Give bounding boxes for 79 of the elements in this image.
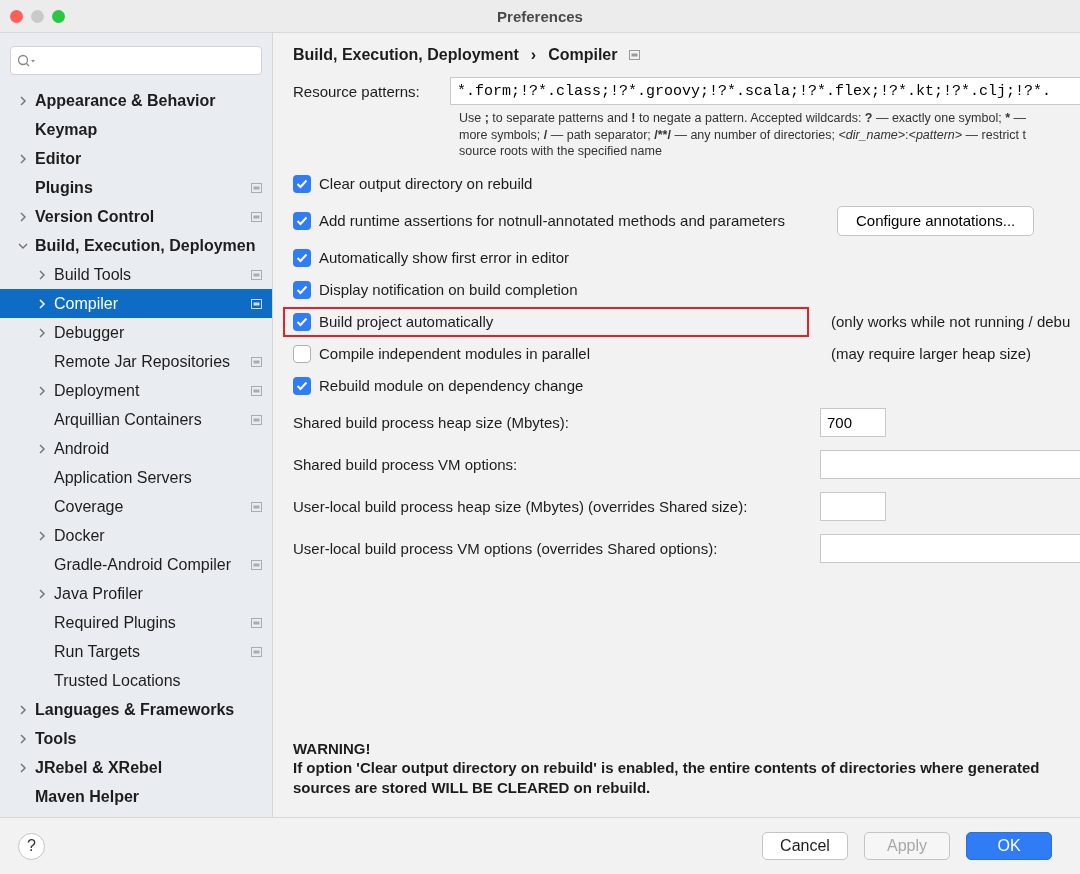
search-icon (17, 53, 37, 68)
sidebar-item[interactable]: Editor (0, 144, 272, 173)
project-settings-icon (251, 269, 262, 280)
checkbox[interactable] (293, 280, 311, 299)
sidebar-item[interactable]: Keymap (0, 115, 272, 144)
search-field[interactable] (10, 46, 262, 75)
field-label: User-local build process VM options (overrides Shared options): (293, 539, 719, 557)
zoom-button[interactable] (52, 9, 65, 23)
sidebar-item[interactable]: Gradle-Android Compiler (0, 550, 272, 579)
field-label: Resource patterns: (293, 82, 421, 100)
field-label: User-local build process heap size (Mbytes) (overrides Shared size): (293, 497, 749, 515)
project-settings-icon (251, 501, 262, 512)
dialog-button[interactable]: Cancel (762, 832, 848, 860)
breadcrumb-item[interactable]: Build, Execution, Deployment (293, 46, 519, 64)
project-settings-icon (251, 356, 262, 367)
checkbox-label[interactable]: Rebuild module on dependency change (319, 377, 584, 394)
project-settings-icon (251, 617, 262, 628)
configure-button[interactable]: Configure annotations... (837, 205, 1035, 236)
project-settings-icon (251, 414, 262, 425)
project-settings-icon (251, 298, 262, 309)
sidebar-item[interactable]: Languages & Frameworks (0, 695, 272, 724)
close-button[interactable] (10, 9, 23, 23)
window-title: Preferences (497, 7, 583, 25)
sidebar-item[interactable]: Arquillian Containers (0, 405, 272, 434)
sidebar-item[interactable]: Build, Execution, Deploymen (0, 231, 272, 260)
input-field[interactable]: 700 (820, 407, 886, 437)
sidebar-item[interactable]: Deployment (0, 376, 272, 405)
checkbox[interactable] (293, 174, 311, 193)
sidebar-item[interactable]: Coverage (0, 492, 272, 521)
breadcrumb-item: Compiler (548, 46, 618, 64)
checkbox-label[interactable]: Automatically show first error in editor (319, 249, 570, 266)
sidebar-item[interactable]: Remote Jar Repositories (0, 347, 272, 376)
sidebar-item[interactable]: Required Plugins (0, 608, 272, 637)
sidebar-item[interactable]: Java Profiler (0, 579, 272, 608)
warning-title: WARNING! (293, 738, 372, 758)
help-button[interactable]: ? (18, 832, 45, 860)
hint-text: (may require larger heap size) (831, 345, 1032, 362)
checkbox[interactable] (293, 312, 311, 331)
checkbox[interactable] (293, 211, 311, 230)
help-text: Use ; to separate patterns and ! to negate a pattern. Accepted wildcards: ? — exactly one symbol; * — more symbols; / — path separator; /**/ — any number of directories; <dir_name>:<pattern> — restrict t source roots with the specified name (459, 110, 1028, 160)
minimize-button[interactable] (31, 9, 44, 23)
project-settings-icon (251, 182, 262, 193)
project-settings-icon (251, 559, 262, 570)
resource-patterns-field[interactable]: *.form;!?*.class;!?*.groovy;!?*.scala;!?*.flex;!?*.kt;!?*.clj;!?*. (450, 77, 1080, 105)
sidebar-item[interactable]: Maven Helper (0, 782, 272, 811)
checkbox-label[interactable]: Compile independent modules in parallel (319, 345, 590, 362)
field-label: Shared build process VM options: (293, 455, 519, 473)
sidebar-item[interactable]: JRebel & XRebel (0, 753, 272, 782)
sidebar-item[interactable]: Build Tools (0, 260, 272, 289)
sidebar-item[interactable]: Docker (0, 521, 272, 550)
sidebar-item[interactable]: Appearance & Behavior (0, 86, 272, 115)
sidebar-item[interactable]: Tools (0, 724, 272, 753)
checkbox-label[interactable]: Build project automatically (319, 313, 494, 330)
field-label: Shared build process heap size (Mbytes): (293, 413, 570, 431)
checkbox[interactable] (293, 344, 311, 363)
input-field[interactable] (820, 533, 1080, 563)
checkbox[interactable] (293, 248, 311, 267)
project-settings-icon (251, 646, 262, 657)
project-settings-icon (251, 211, 262, 222)
checkbox[interactable] (293, 376, 311, 395)
ok-button[interactable]: OK (966, 832, 1052, 860)
checkbox-label[interactable]: Display notification on build completion (319, 281, 578, 298)
sidebar-item[interactable]: Run Targets (0, 637, 272, 666)
project-settings-icon (251, 385, 262, 396)
input-field[interactable] (820, 449, 1080, 479)
checkbox-label[interactable]: Clear output directory on rebuild (319, 175, 533, 192)
project-settings-icon (629, 50, 641, 60)
sidebar-item[interactable]: Application Servers (0, 463, 272, 492)
sidebar-item[interactable]: Trusted Locations (0, 666, 272, 695)
sidebar-item[interactable]: Plugins (0, 173, 272, 202)
sidebar-item[interactable]: Android (0, 434, 272, 463)
warning-text: If option 'Clear output directory on rebuild' is enabled, the entire contents of directories where generated sources are stored WILL BE CLEARED on rebuild. (293, 758, 1041, 797)
sidebar-item[interactable]: Debugger (0, 318, 272, 347)
input-field[interactable] (820, 491, 886, 521)
sidebar-item[interactable]: Version Control (0, 202, 272, 231)
hint-text: (only works while not running / debu (831, 313, 1071, 330)
breadcrumb-separator: › (530, 46, 537, 64)
checkbox-label[interactable]: Add runtime assertions for notnull-annotated methods and parameters (319, 212, 786, 229)
sidebar-item[interactable]: Compiler (0, 289, 272, 318)
